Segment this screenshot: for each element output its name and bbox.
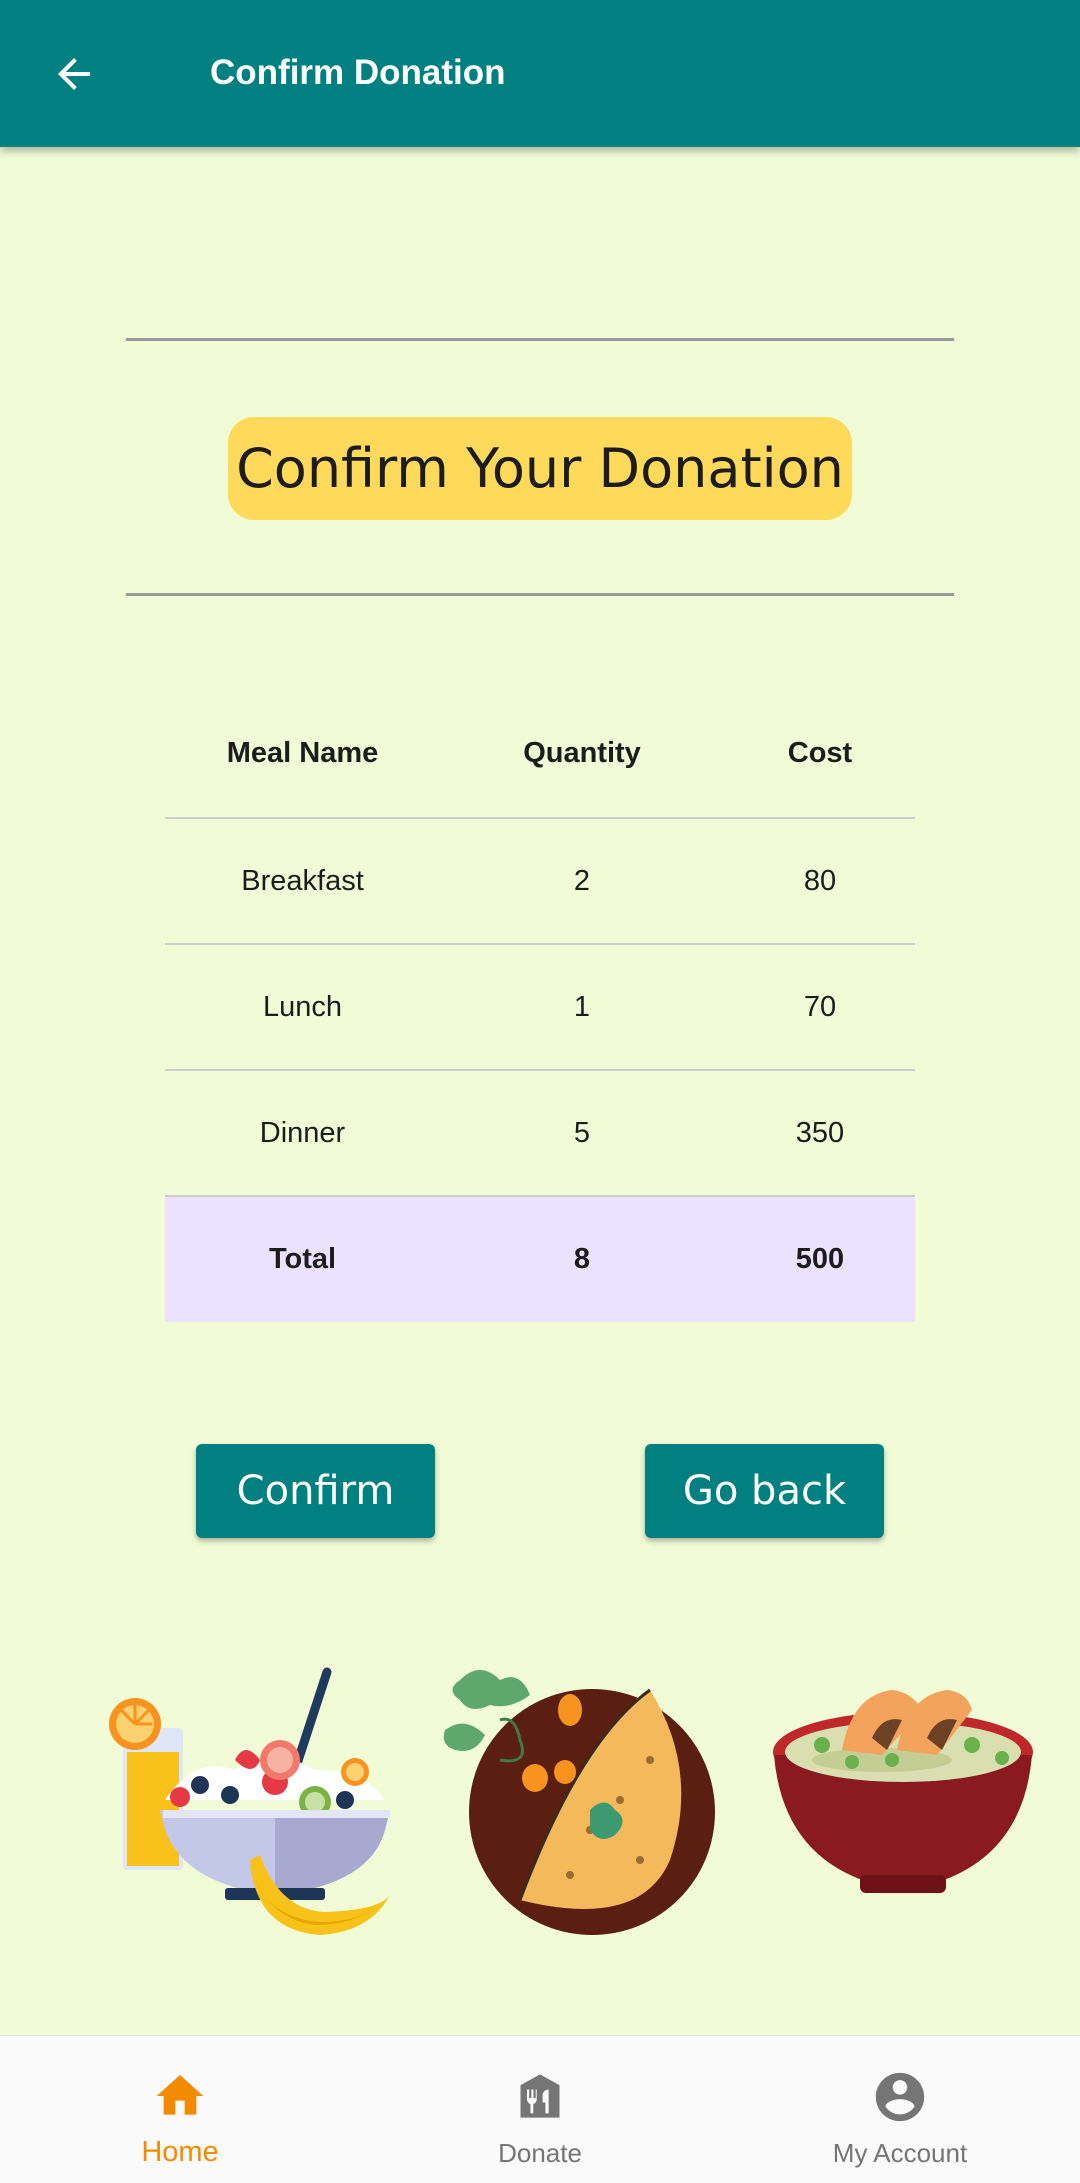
go-back-button[interactable]: Go back <box>645 1444 884 1538</box>
nav-item-home[interactable]: Home <box>0 2036 360 2183</box>
table-row: Breakfast 2 80 <box>165 819 915 945</box>
total-label: Total <box>268 1243 337 1275</box>
nav-item-my-account[interactable]: My Account <box>720 2036 1080 2183</box>
confirm-button[interactable]: Confirm <box>196 1444 435 1538</box>
divider-bottom <box>126 593 954 596</box>
table-total-row: Total 8 500 <box>165 1197 915 1322</box>
account-circle-icon <box>875 2072 925 2122</box>
cost-cell: 70 <box>803 990 837 1023</box>
cost-cell: 350 <box>795 1116 845 1149</box>
home-icon <box>156 2075 204 2115</box>
page-title: Confirm Donation <box>210 53 506 92</box>
table-row: Lunch 1 70 <box>165 945 915 1071</box>
soup-bowl-illustration <box>773 1690 1033 1893</box>
table-row: Dinner 5 350 <box>165 1071 915 1197</box>
cost-cell: 80 <box>803 864 837 897</box>
meal-name-cell: Dinner <box>259 1116 346 1149</box>
donation-table: Meal Name Quantity Cost Breakfast 2 80 L… <box>165 690 915 1322</box>
bottom-navigation: Home Donate My Account <box>0 2035 1080 2183</box>
header-cost: Cost <box>787 737 853 769</box>
header-quantity: Quantity <box>523 737 641 769</box>
nav-label-donate: Donate <box>498 2138 582 2168</box>
meal-name-cell: Lunch <box>262 990 342 1023</box>
heading-chip: Confirm Your Donation <box>228 417 852 520</box>
restaurant-icon <box>520 2074 560 2118</box>
total-cost: 500 <box>795 1243 845 1275</box>
quantity-cell: 2 <box>573 864 591 897</box>
quantity-cell: 5 <box>573 1116 591 1149</box>
table-header-row: Meal Name Quantity Cost <box>165 690 915 819</box>
back-button[interactable] <box>42 42 106 106</box>
nav-label-my-account: My Account <box>832 2138 968 2168</box>
divider-top <box>126 338 954 341</box>
omelette-plate-illustration <box>443 1670 715 1935</box>
header-meal-name: Meal Name <box>226 737 379 769</box>
arrow-back-icon <box>58 58 90 90</box>
heading-text: Confirm Your Donation <box>236 437 844 500</box>
app-bar: Confirm Donation <box>0 0 1080 147</box>
meal-name-cell: Breakfast <box>241 864 364 897</box>
breakfast-bowl-illustration <box>109 1667 390 1935</box>
nav-label-home: Home <box>141 2136 219 2168</box>
quantity-cell: 1 <box>573 990 591 1023</box>
nav-item-donate[interactable]: Donate <box>360 2036 720 2183</box>
total-quantity: 8 <box>573 1243 591 1275</box>
